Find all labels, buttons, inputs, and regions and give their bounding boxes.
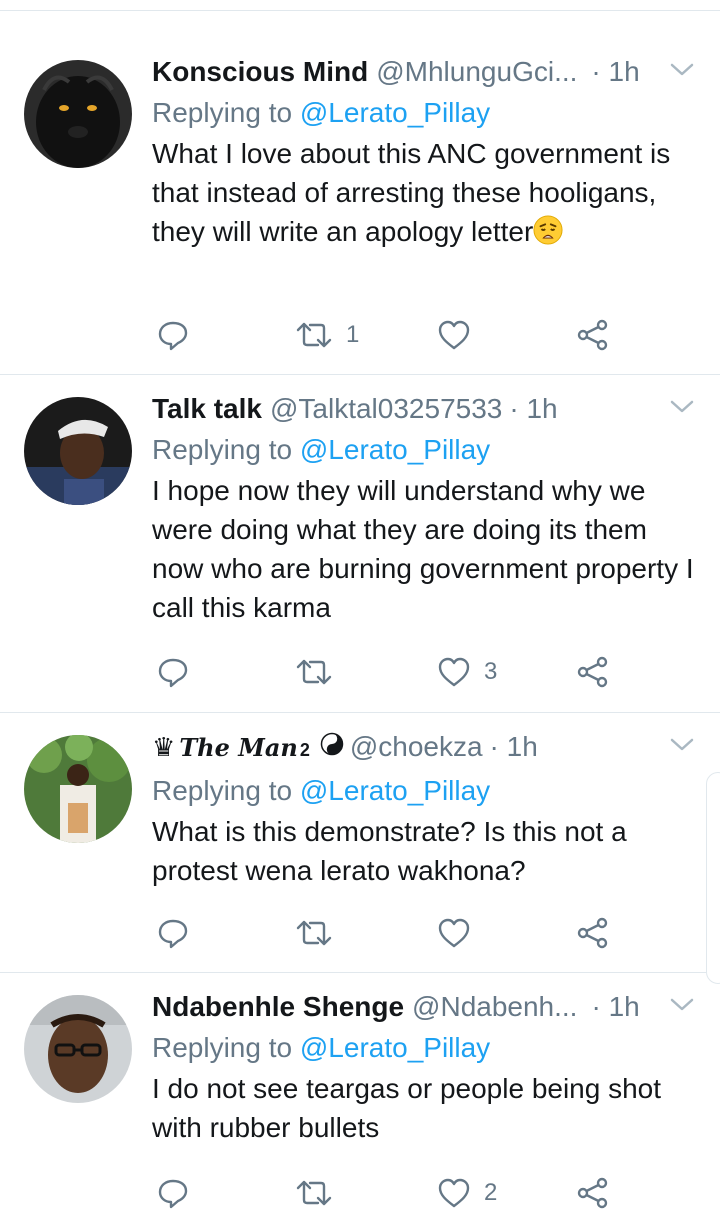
replying-to: Replying to @Lerato_Pillay xyxy=(152,772,696,810)
avatar[interactable] xyxy=(24,397,132,505)
chevron-down-icon[interactable] xyxy=(668,60,696,80)
tweet-text-content: What I love about this ANC government is… xyxy=(152,138,671,247)
like-icon xyxy=(438,918,470,948)
handle[interactable]: @Ndabenh... xyxy=(412,989,577,1025)
like-count: 3 xyxy=(484,658,498,685)
tweet-header: Konscious Mind @MhlunguGci... · 1h xyxy=(152,54,696,90)
reply-icon xyxy=(158,919,188,949)
like-icon xyxy=(438,657,470,687)
replying-to: Replying to @Lerato_Pillay xyxy=(152,1029,696,1067)
mention-link[interactable]: @Lerato_Pillay xyxy=(300,1032,490,1063)
like-button[interactable] xyxy=(436,315,484,355)
crown-glyph: ♛ xyxy=(152,732,176,762)
retweet-icon xyxy=(296,659,332,685)
retweet-button[interactable] xyxy=(294,913,346,953)
retweet-icon xyxy=(296,1180,332,1206)
tweet-actions: 2 xyxy=(152,1173,632,1213)
timestamp[interactable]: · 1h xyxy=(509,391,557,427)
like-icon xyxy=(438,320,470,350)
chevron-down-icon[interactable] xyxy=(668,995,696,1015)
retweet-button[interactable] xyxy=(294,652,346,692)
avatar[interactable] xyxy=(24,735,132,843)
share-button[interactable] xyxy=(576,315,610,355)
like-button[interactable] xyxy=(436,913,484,953)
scrollbar-handle[interactable] xyxy=(706,772,720,984)
reply-button[interactable] xyxy=(156,913,190,953)
replying-prefix: Replying to xyxy=(152,434,293,465)
tweet-text: What I love about this ANC government is… xyxy=(152,134,696,251)
weary-face-emoji xyxy=(533,215,563,245)
retweet-button[interactable] xyxy=(294,1173,346,1213)
reply-icon xyxy=(158,321,188,351)
replying-prefix: Replying to xyxy=(152,1032,293,1063)
retweet-count: 1 xyxy=(346,321,360,348)
reply-button[interactable] xyxy=(156,652,190,692)
tweet-text: I hope now they will understand why we w… xyxy=(152,475,694,623)
handle[interactable]: @choekza xyxy=(350,729,483,765)
tweet[interactable]: ♛ The Man 2 @choekza · 1h Replying to @L… xyxy=(0,713,720,973)
tweet[interactable]: Talk talk @Talktal03257533 · 1h Replying… xyxy=(0,375,720,713)
reply-icon xyxy=(158,1179,188,1209)
tweet-header: Talk talk @Talktal03257533 · 1h xyxy=(152,391,696,427)
chevron-down-icon[interactable] xyxy=(668,735,696,755)
like-button[interactable]: 2 xyxy=(436,1173,497,1213)
timestamp[interactable]: · 1h xyxy=(591,54,639,90)
replying-to: Replying to @Lerato_Pillay xyxy=(152,94,696,132)
reply-button[interactable] xyxy=(156,315,190,355)
share-icon xyxy=(577,319,608,351)
reply-icon xyxy=(158,658,188,688)
like-count: 2 xyxy=(484,1179,498,1206)
replying-prefix: Replying to xyxy=(152,97,293,128)
yin-yang-icon xyxy=(320,732,344,756)
display-name-superscript: 2 xyxy=(299,740,310,760)
tweet-actions xyxy=(152,913,632,953)
mention-link[interactable]: @Lerato_Pillay xyxy=(300,97,490,128)
tweet-text: What is this demonstrate? Is this not a … xyxy=(152,816,627,886)
mention-link[interactable]: @Lerato_Pillay xyxy=(300,775,490,806)
display-name[interactable]: The Man xyxy=(179,730,298,766)
retweet-icon xyxy=(296,322,332,348)
avatar[interactable] xyxy=(24,60,132,168)
tweet-actions: 1 xyxy=(152,315,632,355)
display-name[interactable]: Konscious Mind xyxy=(152,54,368,90)
share-button[interactable] xyxy=(576,652,610,692)
timestamp[interactable]: · 1h xyxy=(490,729,538,765)
avatar[interactable] xyxy=(24,995,132,1103)
tweet[interactable]: Ndabenhle Shenge @Ndabenh... · 1h Replyi… xyxy=(0,973,720,1226)
display-name[interactable]: Talk talk xyxy=(152,391,262,427)
share-icon xyxy=(577,1177,608,1209)
mention-link[interactable]: @Lerato_Pillay xyxy=(300,434,490,465)
handle[interactable]: @Talktal03257533 xyxy=(270,391,502,427)
like-button[interactable]: 3 xyxy=(436,652,497,692)
share-icon xyxy=(577,917,608,949)
retweet-icon xyxy=(296,920,332,946)
handle[interactable]: @MhlunguGci... xyxy=(376,54,577,90)
like-icon xyxy=(438,1178,470,1208)
previous-tweet-edge xyxy=(0,0,720,11)
tweet-header: Ndabenhle Shenge @Ndabenh... · 1h xyxy=(152,989,696,1025)
timestamp[interactable]: · 1h xyxy=(591,989,639,1025)
display-name[interactable]: Ndabenhle Shenge xyxy=(152,989,404,1025)
tweet[interactable]: Konscious Mind @MhlunguGci... · 1h Reply… xyxy=(0,38,720,375)
tweet-text: I do not see teargas or people being sho… xyxy=(152,1073,662,1143)
share-button[interactable] xyxy=(576,913,610,953)
tweet-actions: 3 xyxy=(152,652,632,692)
replying-prefix: Replying to xyxy=(152,775,293,806)
share-icon xyxy=(577,656,608,688)
share-button[interactable] xyxy=(576,1173,610,1213)
replying-to: Replying to @Lerato_Pillay xyxy=(152,431,696,469)
reply-button[interactable] xyxy=(156,1173,190,1213)
retweet-button[interactable]: 1 xyxy=(294,315,359,355)
tweet-header: ♛ The Man 2 @choekza · 1h xyxy=(152,729,696,768)
chevron-down-icon[interactable] xyxy=(668,397,696,417)
